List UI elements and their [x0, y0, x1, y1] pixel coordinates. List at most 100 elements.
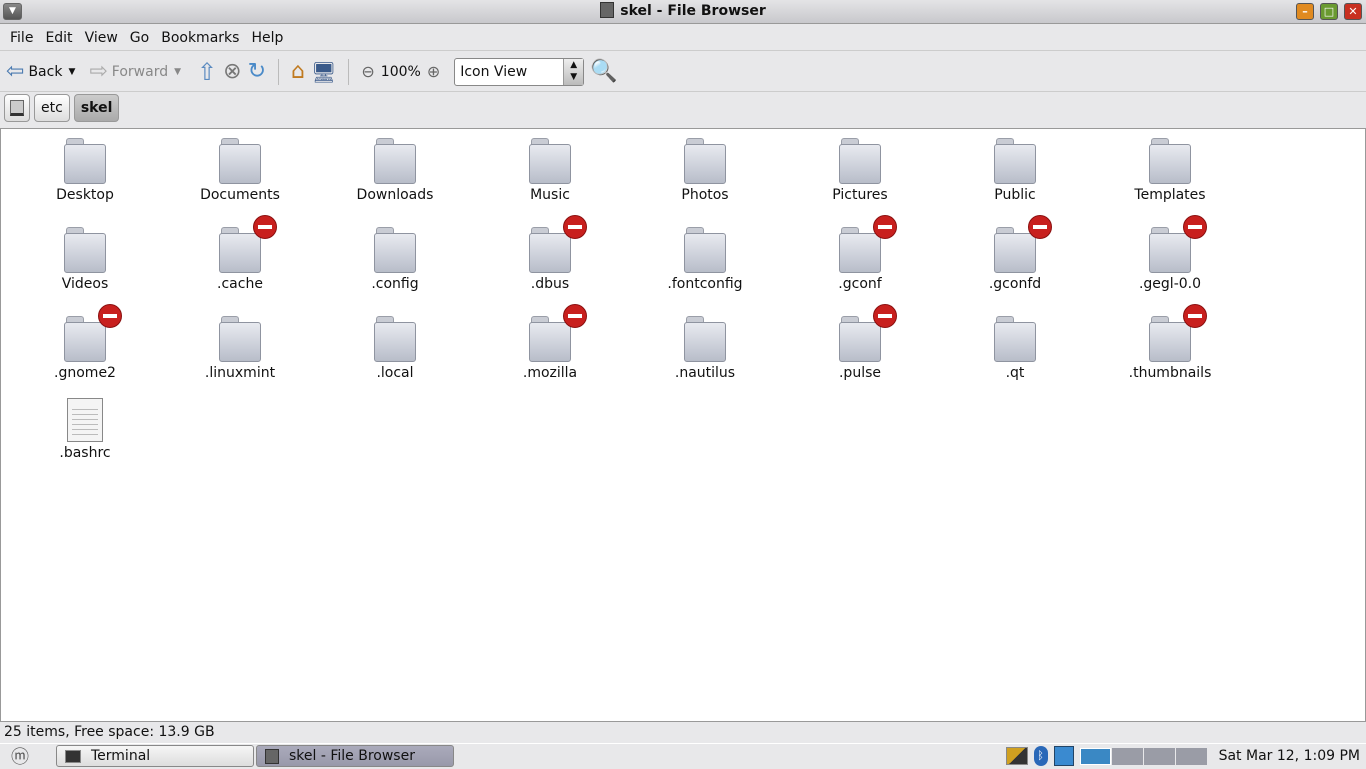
folder-item[interactable]: Templates [1100, 138, 1240, 203]
folder-icon [839, 215, 897, 273]
forward-button[interactable]: ⇨ Forward [89, 59, 168, 84]
folder-icon [219, 138, 261, 184]
workspace-switcher[interactable] [1079, 747, 1207, 765]
bluetooth-icon[interactable]: ᛒ [1033, 746, 1048, 766]
task-file-browser[interactable]: skel - File Browser [256, 745, 454, 767]
folder-item[interactable]: Documents [170, 138, 310, 203]
item-label: .pulse [838, 365, 881, 381]
path-etc[interactable]: etc [34, 94, 70, 122]
menu-file[interactable]: File [4, 30, 39, 46]
folder-icon [374, 227, 416, 273]
folder-item[interactable]: .mozilla [480, 304, 620, 381]
zoom-in-icon[interactable]: ⊕ [427, 62, 440, 81]
folder-item[interactable]: Pictures [790, 138, 930, 203]
task-terminal[interactable]: Terminal [56, 745, 254, 767]
window-title: skel - File Browser [620, 3, 766, 19]
back-history-dropdown[interactable]: ▼ [68, 67, 75, 77]
clock[interactable]: Sat Mar 12, 1:09 PM [1219, 748, 1360, 764]
folder-item[interactable]: .nautilus [635, 316, 775, 381]
folder-item[interactable]: .gnome2 [15, 304, 155, 381]
workspace-2[interactable] [1111, 747, 1143, 765]
item-label: .bashrc [59, 445, 111, 461]
drive-icon [10, 100, 24, 116]
folder-item[interactable]: .dbus [480, 215, 620, 292]
drive-button[interactable] [4, 94, 30, 122]
folder-item[interactable]: .gconf [790, 215, 930, 292]
forward-history-dropdown[interactable]: ▼ [174, 67, 181, 77]
item-label: Music [530, 187, 570, 203]
back-button[interactable]: ⇦ Back [6, 59, 62, 84]
no-access-icon [98, 304, 122, 328]
folder-icon [684, 227, 726, 273]
folder-item[interactable]: .qt [945, 316, 1085, 381]
folder-icon [684, 316, 726, 362]
network-icon[interactable] [1053, 746, 1074, 766]
forward-arrow-icon: ⇨ [89, 59, 108, 84]
item-label: Desktop [56, 187, 114, 203]
folder-item[interactable]: .pulse [790, 304, 930, 381]
close-button[interactable]: ✕ [1344, 3, 1362, 20]
folder-item[interactable]: .fontconfig [635, 227, 775, 292]
folder-item[interactable]: Photos [635, 138, 775, 203]
select-arrows-icon: ▲ ▼ [563, 58, 584, 85]
menu-help[interactable]: Help [245, 30, 289, 46]
menu-logo-icon[interactable]: ⓜ [0, 743, 40, 769]
title-bar: ▼ skel - File Browser – □ ✕ [0, 0, 1366, 24]
folder-item[interactable]: .config [325, 227, 465, 292]
minimize-button[interactable]: – [1296, 3, 1314, 20]
computer-icon[interactable]: 🖥 [311, 60, 336, 84]
no-access-icon [1028, 215, 1052, 239]
folder-item[interactable]: .cache [170, 215, 310, 292]
item-label: Photos [681, 187, 729, 203]
separator [348, 58, 350, 85]
folder-item[interactable]: .gconfd [945, 215, 1085, 292]
folder-icon [374, 138, 416, 184]
path-skel[interactable]: skel [73, 94, 120, 122]
item-label: .gnome2 [54, 365, 116, 381]
folder-item[interactable]: Music [480, 138, 620, 203]
display-icon[interactable] [1005, 747, 1028, 765]
item-label: .gconfd [988, 276, 1042, 292]
workspace-4[interactable] [1175, 747, 1207, 765]
up-icon[interactable]: ⇧ [197, 58, 217, 86]
item-label: .gegl-0.0 [1138, 276, 1202, 292]
zoom-out-icon[interactable]: ⊖ [361, 62, 374, 81]
workspace-3[interactable] [1143, 747, 1175, 765]
menu-bookmarks[interactable]: Bookmarks [155, 30, 245, 46]
status-bar: 25 items, Free space: 13.9 GB [4, 724, 215, 740]
menu-edit[interactable]: Edit [39, 30, 78, 46]
no-access-icon [253, 215, 277, 239]
item-label: .fontconfig [667, 276, 743, 292]
file-item[interactable]: .bashrc [15, 398, 155, 461]
file-browser-icon [265, 748, 279, 764]
back-label: Back [28, 63, 63, 80]
search-icon[interactable]: 🔍 [590, 59, 617, 84]
menu-view[interactable]: View [79, 30, 124, 46]
no-access-icon [563, 304, 587, 328]
view-mode-select[interactable]: Icon View ▲ ▼ [454, 57, 585, 86]
maximize-button[interactable]: □ [1320, 3, 1338, 20]
folder-item[interactable]: .linuxmint [170, 316, 310, 381]
folder-item[interactable]: Desktop [15, 138, 155, 203]
separator [278, 58, 280, 85]
folder-icon [684, 138, 726, 184]
folder-item[interactable]: .gegl-0.0 [1100, 215, 1240, 292]
window-menu-button[interactable]: ▼ [3, 3, 22, 20]
folder-item[interactable]: Public [945, 138, 1085, 203]
workspace-1[interactable] [1079, 747, 1111, 765]
item-label: .cache [217, 276, 263, 292]
stop-icon[interactable]: ⊗ [223, 59, 241, 84]
home-icon[interactable]: ⌂ [291, 59, 305, 84]
item-label: .qt [1005, 365, 1025, 381]
folder-icon [1149, 138, 1191, 184]
folder-item[interactable]: Downloads [325, 138, 465, 203]
folder-item[interactable]: Videos [15, 227, 155, 292]
folder-item[interactable]: .local [325, 316, 465, 381]
back-arrow-icon: ⇦ [6, 59, 25, 84]
icon-view[interactable]: Desktop Documents Downloads Music Photos Pict… [0, 128, 1366, 722]
zoom-level[interactable]: 100% [381, 64, 421, 80]
menu-go[interactable]: Go [124, 30, 155, 46]
reload-icon[interactable]: ↻ [248, 59, 266, 84]
folder-item[interactable]: .thumbnails [1100, 304, 1240, 381]
folder-icon [219, 215, 277, 273]
